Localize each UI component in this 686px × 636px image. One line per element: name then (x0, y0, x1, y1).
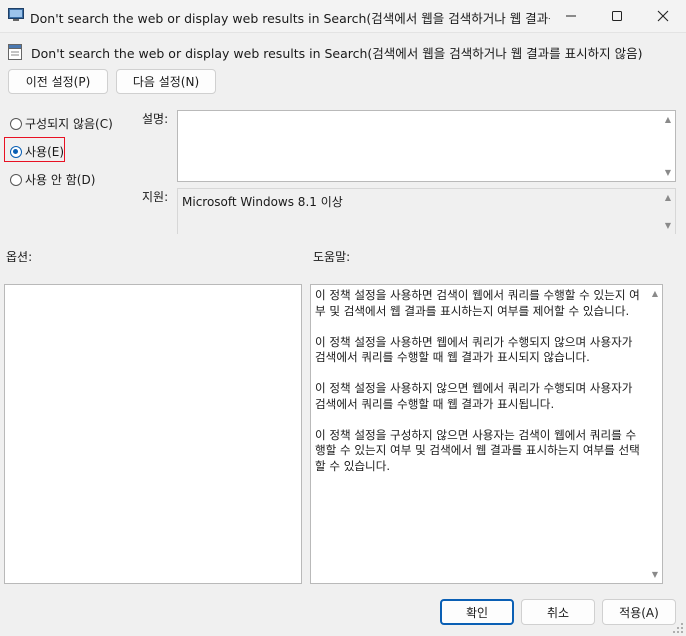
help-panel: 이 정책 설정을 사용하면 검색이 웹에서 쿼리를 수행할 수 있는지 여부 및… (310, 284, 663, 584)
close-icon (657, 10, 669, 22)
scroll-up-icon[interactable]: ▲ (665, 193, 671, 202)
radio-not-configured-label: 구성되지 않음(C) (25, 117, 113, 131)
scroll-up-icon[interactable]: ▲ (652, 289, 658, 298)
supported-value: Microsoft Windows 8.1 이상 (182, 195, 343, 209)
scroll-down-icon[interactable]: ▼ (652, 570, 658, 579)
radio-disabled-label: 사용 안 함(D) (25, 173, 96, 187)
policy-header: Don't search the web or display web resu… (31, 46, 643, 61)
resize-grip-icon[interactable] (672, 622, 684, 634)
help-text: 이 정책 설정을 사용하면 검색이 웹에서 쿼리를 수행할 수 있는지 여부 및… (315, 288, 640, 473)
scroll-down-icon[interactable]: ▼ (665, 221, 671, 230)
supported-field: Microsoft Windows 8.1 이상 ▲ ▼ (177, 188, 676, 234)
window-title: Don't search the web or display web resu… (30, 11, 550, 26)
previous-setting-button[interactable]: 이전 설정(P) (8, 69, 108, 94)
options-panel (4, 284, 302, 584)
maximize-icon (612, 11, 622, 21)
minimize-icon (566, 15, 576, 17)
radio-disabled-indicator[interactable] (10, 173, 22, 186)
radio-not-configured-indicator[interactable] (10, 117, 22, 130)
supported-label: 지원: (142, 190, 169, 204)
close-button[interactable] (640, 0, 686, 32)
ok-button[interactable]: 확인 (440, 599, 514, 625)
radio-enabled-label: 사용(E) (25, 145, 65, 159)
next-setting-button[interactable]: 다음 설정(N) (116, 69, 216, 94)
comment-label: 설명: (142, 112, 169, 126)
policy-setting-icon (8, 44, 22, 60)
cancel-button[interactable]: 취소 (521, 599, 595, 625)
policy-app-icon (8, 8, 24, 21)
comment-field[interactable]: ▲ ▼ (177, 110, 676, 182)
radio-enabled-indicator[interactable] (10, 145, 22, 158)
maximize-button[interactable] (594, 0, 640, 32)
radio-not-configured[interactable]: 구성되지 않음(C) (10, 115, 113, 132)
minimize-button[interactable] (548, 0, 594, 32)
radio-enabled[interactable]: 사용(E) (10, 143, 64, 160)
title-bar: Don't search the web or display web resu… (0, 0, 686, 33)
scroll-down-icon[interactable]: ▼ (665, 168, 671, 177)
options-label: 옵션: (6, 250, 33, 264)
scroll-up-icon[interactable]: ▲ (665, 115, 671, 124)
supported-scrollbar[interactable]: ▲ ▼ (661, 189, 675, 234)
help-scrollbar[interactable]: ▲ ▼ (648, 285, 662, 583)
help-label: 도움말: (313, 250, 351, 264)
comment-scrollbar[interactable]: ▲ ▼ (661, 111, 675, 181)
apply-button[interactable]: 적용(A) (602, 599, 676, 625)
radio-disabled[interactable]: 사용 안 함(D) (10, 171, 95, 188)
